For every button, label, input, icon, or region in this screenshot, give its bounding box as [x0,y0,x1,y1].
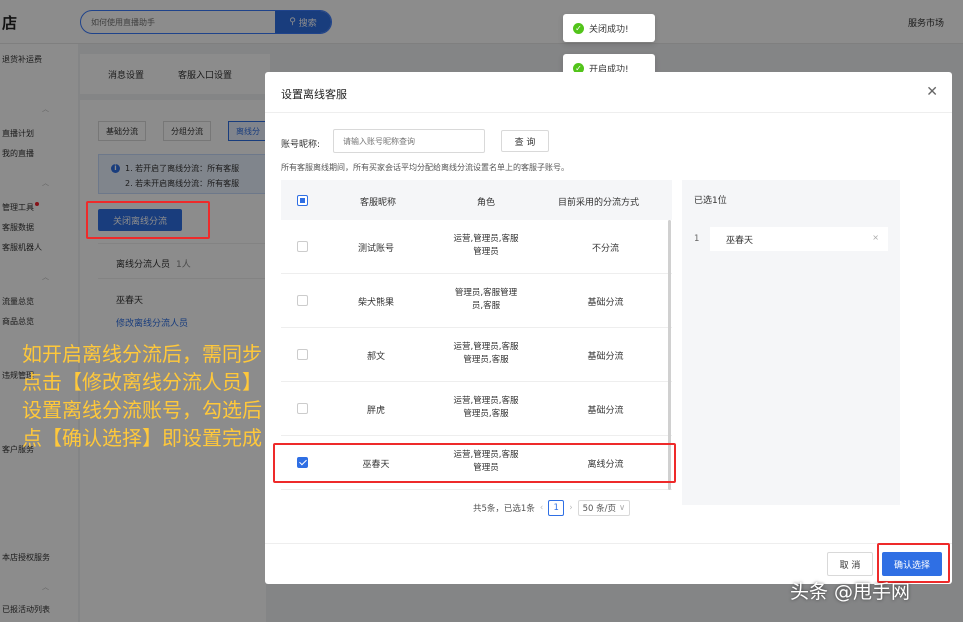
table-row[interactable]: 胖虎 运营,管理员,客服 管理员,客服 基础分流 [281,382,672,436]
selected-count: 已选1位 [694,196,727,206]
pagination-summary: 共5条，已选1条 [473,504,535,514]
table-row[interactable]: 柴犬熊果 管理员,客服管理 员,客服 基础分流 [281,274,672,328]
query-button[interactable]: 查 询 [501,130,549,152]
chevron-right-icon[interactable]: › [569,503,572,513]
offline-staff-modal: 设置离线客服 ✕ 账号昵称: 查 询 所有客服离线期间，所有买家会话平均分配给离… [265,72,952,584]
row-checkbox[interactable] [297,241,308,252]
table-row[interactable]: 测试账号 运营,管理员,客服 管理员 不分流 [281,220,672,274]
account-search-input[interactable] [333,129,485,153]
selected-item: 1 巫春天 × [694,227,888,251]
row-checkbox[interactable] [297,403,308,414]
hint-text: 所有客服离线期间，所有买家会话平均分配给离线分流设置名单上的客服子账号。 [281,163,569,172]
table-row[interactable]: 郝文 运营,管理员,客服 管理员,客服 基础分流 [281,328,672,382]
col-mode: 目前采用的分流方式 [558,198,640,208]
select-all-checkbox[interactable] [297,195,308,206]
table-header: 客服昵称 角色 目前采用的分流方式 [281,180,672,220]
row-checkbox[interactable] [297,349,308,360]
modal-footer-divider [265,543,952,544]
remove-icon[interactable]: × [872,233,879,242]
highlight-box [273,443,676,483]
col-nickname: 客服昵称 [360,198,397,208]
modal-header: 设置离线客服 ✕ [265,72,952,113]
page-button[interactable]: 1 [548,500,565,516]
modal-title: 设置离线客服 [281,88,347,101]
chevron-left-icon[interactable]: ‹ [540,503,543,513]
chevron-down-icon: ∨ [619,503,626,513]
col-role: 角色 [477,198,496,208]
tutorial-annotation: 如开启离线分流后，需同步点击【修改离线分流人员】设置离线分流账号，勾选后点【确认… [22,342,262,450]
cancel-button[interactable]: 取 消 [827,552,873,576]
check-circle-icon: ✓ [573,22,584,34]
selected-panel: 已选1位 1 巫春天 × [682,180,900,505]
pagination: 共5条，已选1条 ‹ 1 › 50 条/页 ∨ [473,499,631,517]
row-checkbox[interactable] [297,295,308,306]
page-size-select[interactable]: 50 条/页 ∨ [577,500,631,516]
watermark: 头条 @甩手网 [790,581,911,603]
highlight-box [86,201,210,239]
toast-close-success: ✓ 关闭成功! [563,14,655,42]
close-icon[interactable]: ✕ [926,84,938,100]
account-label: 账号昵称: [281,140,321,150]
